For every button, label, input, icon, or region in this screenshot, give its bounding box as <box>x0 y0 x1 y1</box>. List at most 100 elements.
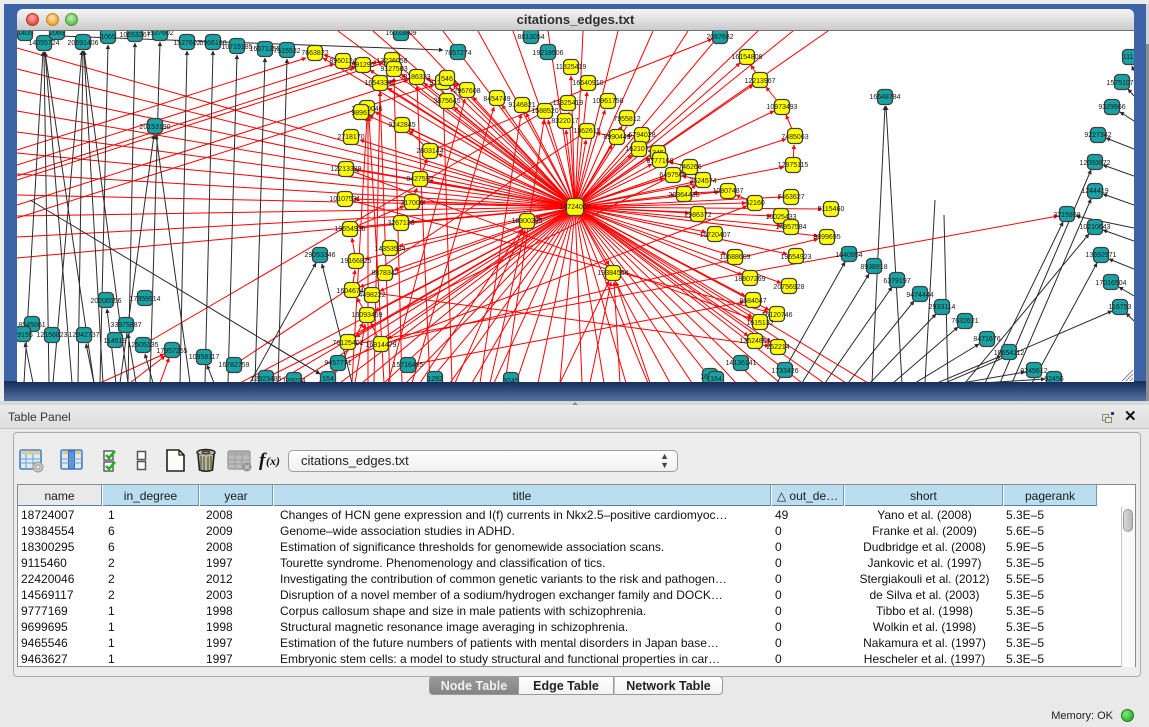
svg-text:9899695: 9899695 <box>813 234 840 241</box>
svg-text:1621072: 1621072 <box>625 146 652 153</box>
svg-text:17016504: 17016504 <box>1095 280 1126 287</box>
svg-text:16033809: 16033809 <box>385 31 416 37</box>
svg-text:13692971: 13692971 <box>1085 252 1116 259</box>
svg-text:16648784: 16648784 <box>869 94 900 101</box>
svg-text:9245612: 9245612 <box>1020 368 1047 375</box>
svg-text:20691406: 20691406 <box>67 40 98 47</box>
svg-text:12093872: 12093872 <box>1079 160 1110 167</box>
svg-text:116753: 116753 <box>1109 304 1132 311</box>
svg-text:12156823: 12156823 <box>36 332 67 339</box>
svg-text:9777169: 9777169 <box>646 158 673 165</box>
svg-text:3624574: 3624574 <box>689 178 716 185</box>
svg-text:8454749: 8454749 <box>483 96 510 103</box>
svg-text:39155: 39155 <box>17 332 33 339</box>
svg-text:18724007: 18724007 <box>559 204 590 211</box>
svg-text:1065: 1065 <box>100 34 116 41</box>
svg-text:12505135: 12505135 <box>127 342 158 349</box>
svg-text:9245: 9245 <box>503 378 519 382</box>
svg-text:7955812: 7955812 <box>613 116 640 123</box>
svg-text:9227342: 9227342 <box>1084 132 1111 139</box>
svg-text:14353584: 14353584 <box>374 246 405 253</box>
svg-text:10107531: 10107531 <box>329 196 360 203</box>
svg-text:9457771: 9457771 <box>324 360 351 367</box>
svg-text:11325419: 11325419 <box>556 64 587 71</box>
svg-text:19218506: 19218506 <box>532 50 563 57</box>
svg-text:1292: 1292 <box>427 376 443 382</box>
svg-text:12213389: 12213389 <box>330 166 361 173</box>
svg-text:10807487: 10807487 <box>712 188 743 195</box>
svg-text:20153190: 20153190 <box>139 124 170 131</box>
svg-text:16782759: 16782759 <box>218 362 249 369</box>
svg-text:18300295: 18300295 <box>511 218 542 225</box>
svg-text:92456: 92456 <box>1044 376 1064 382</box>
svg-text:8322017: 8322017 <box>551 118 578 125</box>
svg-text:9127503: 9127503 <box>380 66 407 73</box>
svg-text:3215958: 3215958 <box>1053 212 1080 219</box>
svg-text:12213967: 12213967 <box>744 78 775 85</box>
svg-text:16154808: 16154808 <box>731 54 762 61</box>
svg-text:16914479: 16914479 <box>365 342 396 349</box>
svg-text:19654935: 19654935 <box>334 226 365 233</box>
svg-text:2933114: 2933114 <box>929 304 956 311</box>
svg-text:8471676: 8471676 <box>973 336 1000 343</box>
svg-text:317006: 317006 <box>400 200 423 207</box>
svg-text:4498222: 4498222 <box>358 292 385 299</box>
svg-text:10719185: 10719185 <box>221 44 252 51</box>
svg-text:8990443: 8990443 <box>603 134 630 141</box>
svg-text:17359914: 17359914 <box>129 296 160 303</box>
svg-text:14136141: 14136141 <box>725 360 756 367</box>
svg-text:10654112: 10654112 <box>994 350 1025 357</box>
svg-text:1527602: 1527602 <box>173 40 200 47</box>
svg-text:16640910: 16640910 <box>572 80 603 87</box>
svg-text:1405: 1405 <box>17 31 33 37</box>
svg-text:11325419: 11325419 <box>553 100 584 107</box>
svg-text:(x): (x) <box>266 454 280 468</box>
svg-text:8427552: 8427552 <box>406 176 433 183</box>
svg-text:1112: 1112 <box>1123 54 1134 61</box>
svg-text:8878342: 8878342 <box>371 270 398 277</box>
svg-text:1244419: 1244419 <box>1081 188 1108 195</box>
svg-text:164: 164 <box>710 376 722 382</box>
svg-text:3267130: 3267130 <box>387 220 414 227</box>
svg-text:2718170: 2718170 <box>337 134 364 141</box>
svg-text:1588520: 1588520 <box>531 108 558 115</box>
svg-text:15751074: 15751074 <box>1106 80 1134 87</box>
svg-text:1362615: 1362615 <box>573 128 600 135</box>
svg-text:891295: 891295 <box>351 62 374 69</box>
svg-text:20206556: 20206556 <box>90 298 121 305</box>
svg-text:2803144: 2803144 <box>416 148 443 155</box>
svg-text:33975887: 33975887 <box>110 322 141 329</box>
svg-text:252214: 252214 <box>766 344 789 351</box>
svg-text:9242845: 9242845 <box>388 122 415 129</box>
svg-text:10688609: 10688609 <box>719 254 750 261</box>
svg-text:10973493: 10973493 <box>766 104 797 111</box>
svg-text:15716485: 15716485 <box>392 362 423 369</box>
svg-text:20756928: 20756928 <box>773 284 804 291</box>
svg-text:19654923: 19654923 <box>780 254 811 261</box>
svg-text:62160: 62160 <box>745 200 765 207</box>
svg-text:6794028: 6794028 <box>628 132 655 139</box>
svg-text:9115460: 9115460 <box>818 206 845 213</box>
svg-text:7632621: 7632621 <box>951 318 978 325</box>
svg-text:6379197: 6379197 <box>883 278 910 285</box>
svg-text:3875645: 3875645 <box>433 98 460 105</box>
svg-text:164: 164 <box>322 376 334 382</box>
svg-text:7857274: 7857274 <box>444 50 471 57</box>
svg-text:76125402: 76125402 <box>332 340 363 347</box>
svg-text:6497508: 6497508 <box>659 172 686 179</box>
svg-text:9684047: 9684047 <box>739 298 766 305</box>
svg-text:20364436: 20364436 <box>668 192 699 199</box>
svg-text:746266: 746266 <box>678 164 701 171</box>
svg-text:546: 546 <box>441 76 453 83</box>
svg-text:19166825: 19166825 <box>340 258 371 265</box>
svg-text:8186323: 8186323 <box>403 74 430 81</box>
svg-text:2967608: 2967608 <box>453 88 480 95</box>
svg-text:114519: 114519 <box>104 338 127 345</box>
svg-text:2087682: 2087682 <box>706 34 733 41</box>
svg-text:8938918: 8938918 <box>860 264 887 271</box>
svg-text:12923485: 12923485 <box>250 376 281 382</box>
svg-text:14055724: 14055724 <box>28 40 59 47</box>
svg-text:10210643: 10210643 <box>1079 224 1110 231</box>
svg-text:2986372: 2986372 <box>684 212 711 219</box>
svg-text:1527602: 1527602 <box>146 31 173 37</box>
